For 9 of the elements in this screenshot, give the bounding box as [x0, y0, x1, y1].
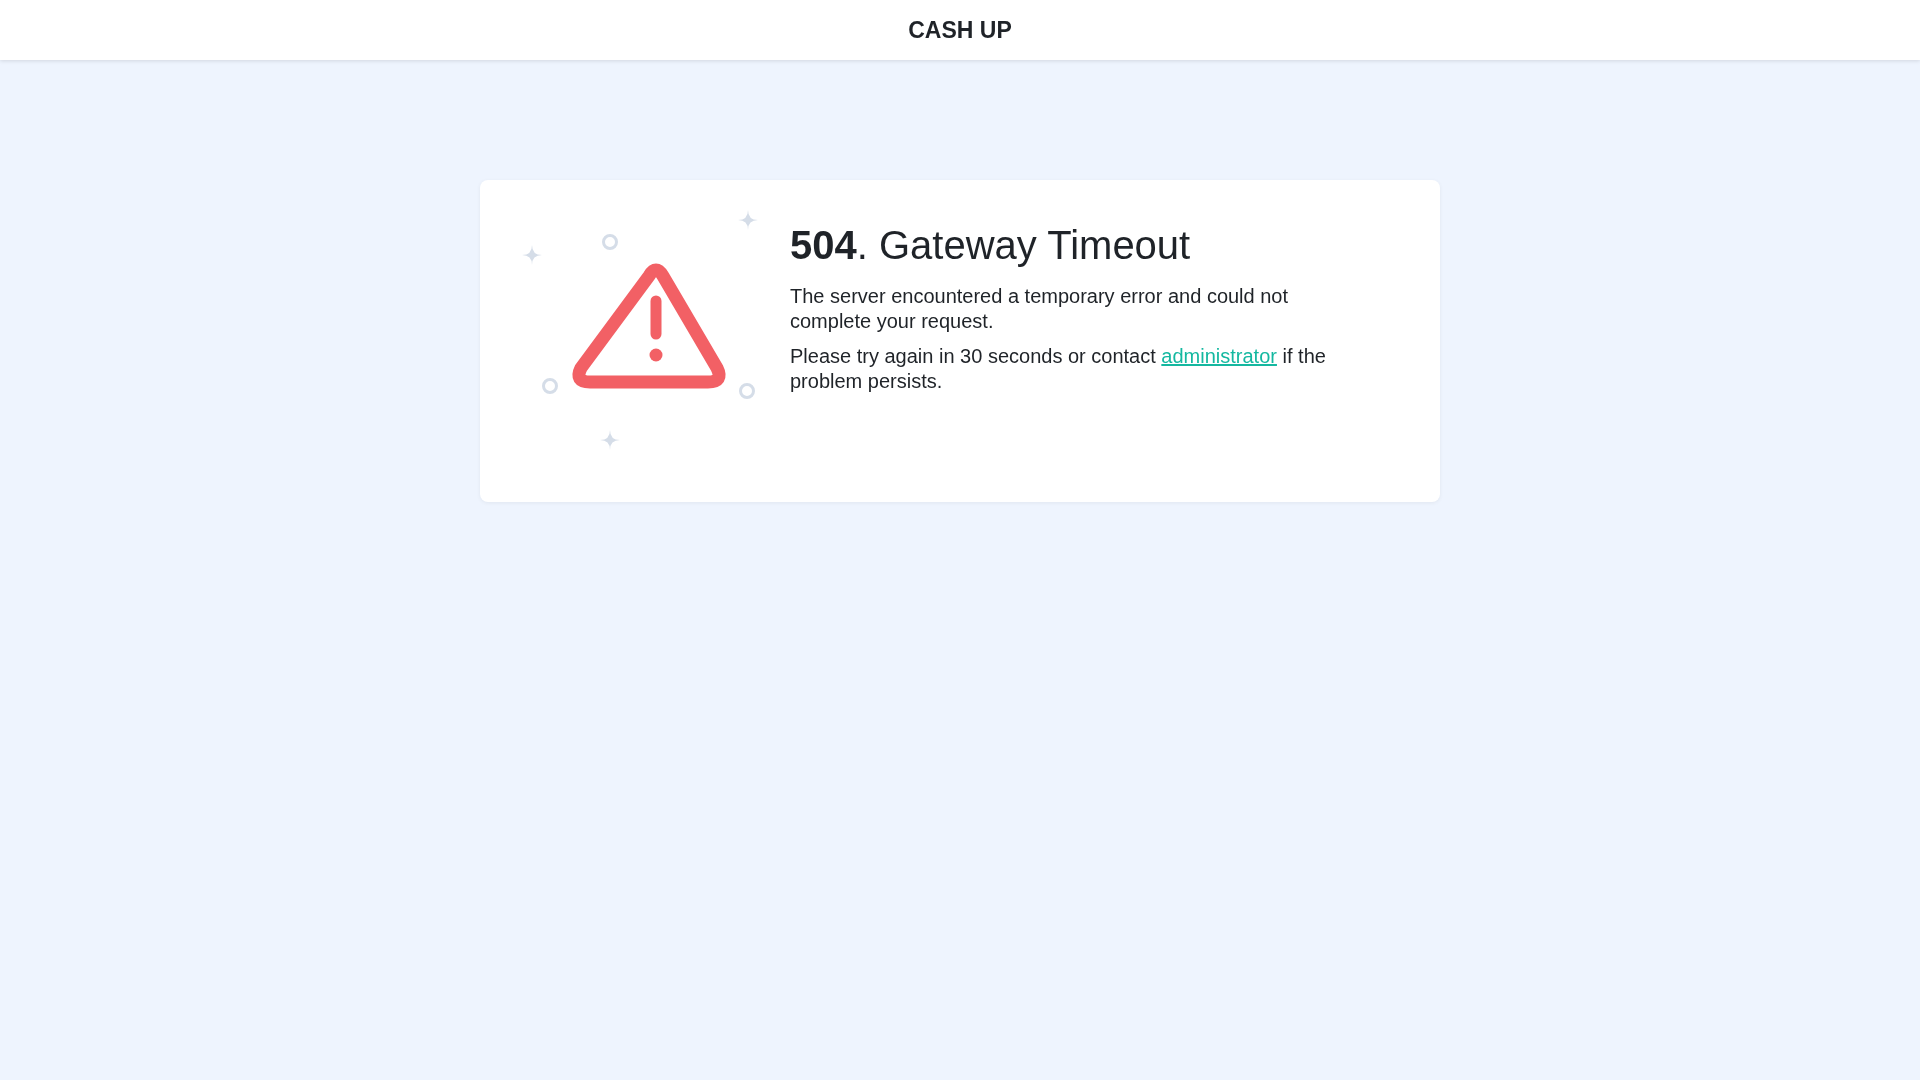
- error-message: The server encountered a temporary error and could not complete your request.: [790, 284, 1290, 334]
- administrator-link[interactable]: administrator: [1161, 345, 1277, 367]
- retry-hint: Please try again in 30 seconds or contact administrator if the problem persists.: [790, 344, 1327, 394]
- circle-icon: [542, 378, 558, 394]
- circle-icon: [739, 383, 755, 399]
- circle-icon: [602, 234, 618, 250]
- warning-icon: [572, 263, 726, 389]
- app-title: CASH UP: [908, 15, 1012, 45]
- error-heading: 504. Gateway Timeout: [790, 222, 1192, 269]
